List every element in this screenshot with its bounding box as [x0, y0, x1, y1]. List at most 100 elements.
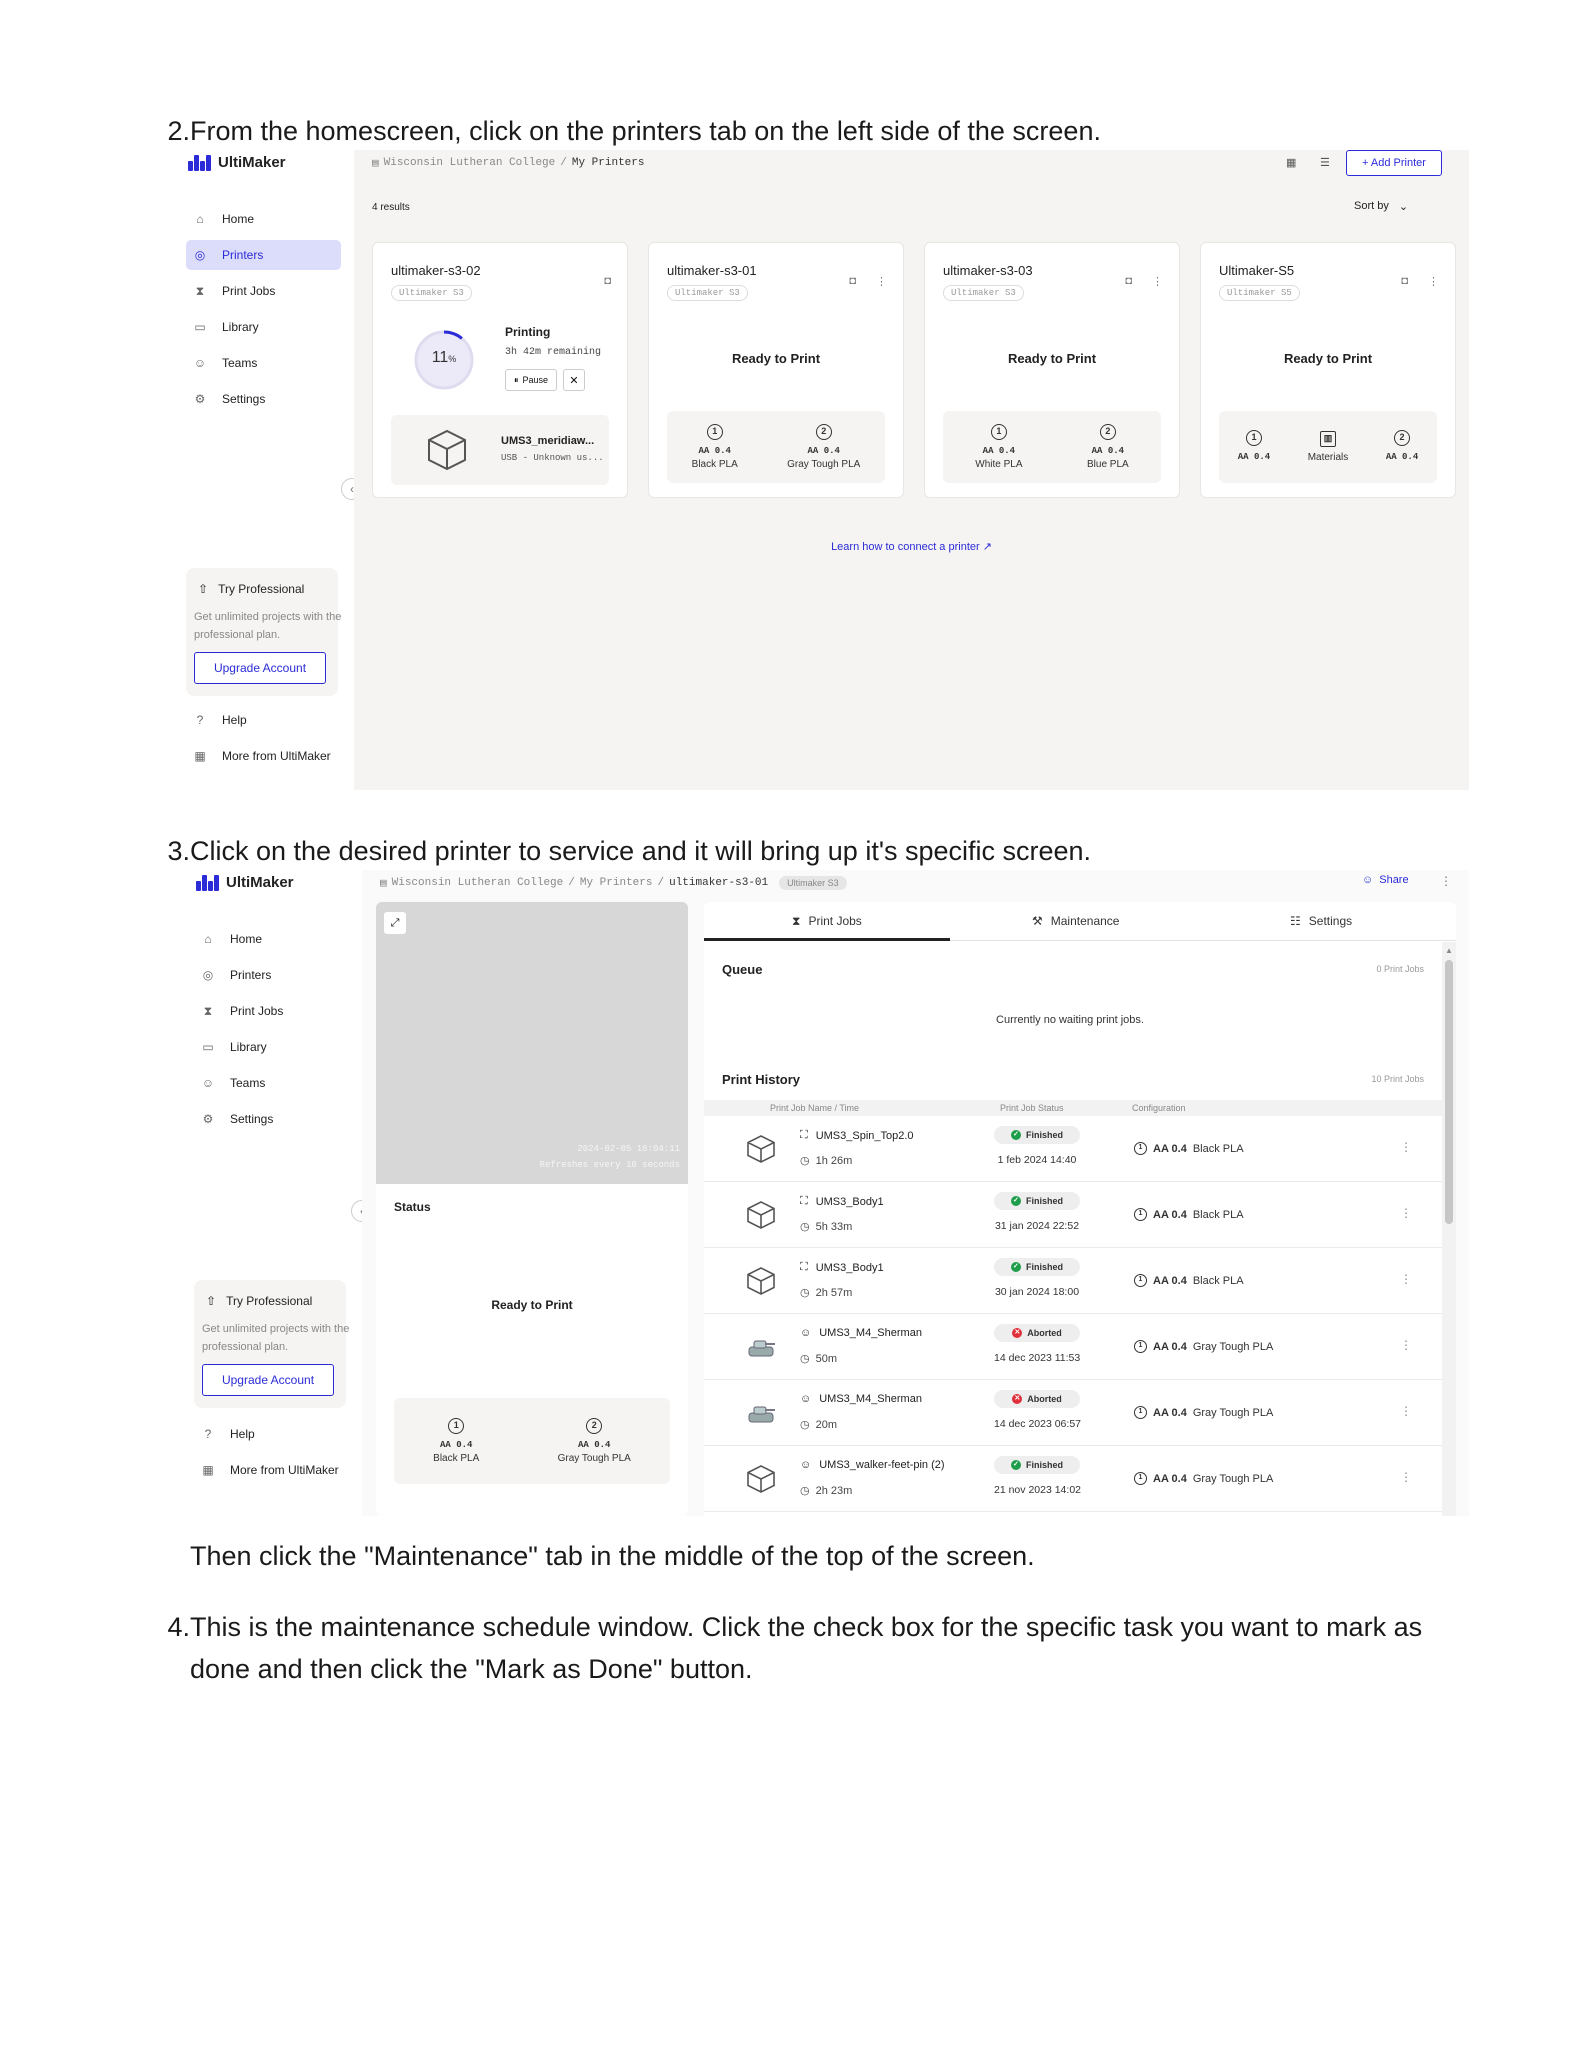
materials: ▥ Materials [1308, 430, 1348, 464]
screenshot-printers: UltiMaker ⌂ Home ◎ Printers ⧗ Print Jobs ▭ L… [186, 150, 1469, 790]
ultimaker-logo-icon [188, 154, 211, 171]
results-count: 4 results [372, 202, 410, 213]
nav-label: Home [222, 212, 255, 226]
material-box: 1 AA 0.4 ▥ Materials 2 AA 0.4 [1219, 411, 1437, 483]
printer-card[interactable]: ultimaker-s3-01 Ultimaker S3 ◘ ⋮ Ready to… [648, 242, 904, 498]
more-vertical-icon[interactable]: ⋮ [1400, 1272, 1412, 1286]
status-text: Finished [1025, 1262, 1063, 1272]
core-label: AA 0.4 [1153, 1208, 1187, 1221]
nav-library[interactable]: ▭ Library [194, 1032, 349, 1062]
table-row[interactable]: ☺ UMS3_walker-feet-pin (2) ◷ 2h 23m ✓ Finishe… [704, 1446, 1442, 1512]
nav-label: Teams [230, 1076, 266, 1090]
more-vertical-icon[interactable]: ⋮ [1400, 1140, 1412, 1154]
more-vertical-icon[interactable]: ⋮ [1400, 1338, 1412, 1352]
table-row[interactable]: ☺ UMS3_M4_Sherman ◷ 20m ✕ Aborted 14 dec 2023 … [704, 1380, 1442, 1446]
scrollbar-thumb[interactable] [1445, 960, 1453, 1224]
upgrade-account-button[interactable]: Upgrade Account [202, 1364, 334, 1396]
queue-count: 0 Print Jobs [1376, 964, 1424, 974]
scrollbar[interactable]: ▲ [1442, 942, 1456, 1516]
cancel-print-button[interactable]: ✕ [563, 369, 585, 391]
sort-dropdown[interactable]: Sort by ⌄ [1354, 200, 1408, 213]
more-link[interactable]: ▦ More from UltiMaker [192, 748, 330, 764]
camera-icon[interactable]: ◘ [1125, 275, 1132, 288]
printer-card[interactable]: ultimaker-s3-02 Ultimaker S3 ◘ 11% Print… [372, 242, 628, 498]
breadcrumb-org[interactable]: Wisconsin Lutheran College [384, 157, 556, 169]
extruder-1-icon: 1 [1245, 430, 1262, 446]
scroll-up-icon[interactable]: ▲ [1445, 946, 1453, 955]
current-job: UMS3_meridiaw... USB - Unknown us... [391, 415, 609, 485]
user-icon: ☺ [800, 1393, 812, 1405]
help-link[interactable]: ? Help [200, 1426, 255, 1442]
job-name-text: UMS3_M4_Sherman [819, 1327, 922, 1339]
breadcrumb-separator: / [560, 157, 567, 169]
step-text: From the homescreen, click on the printe… [190, 116, 1101, 146]
tab-print-jobs[interactable]: ⧗ Print Jobs [792, 902, 862, 940]
printer-card[interactable]: Ultimaker-S5 Ultimaker S5 ◘ ⋮ Ready to Pr… [1200, 242, 1456, 498]
more-vertical-icon[interactable]: ⋮ [1440, 874, 1452, 888]
printer-name: Ultimaker-S5 [1219, 263, 1295, 278]
share-button[interactable]: ☺ Share [1362, 874, 1409, 886]
printer-card[interactable]: ultimaker-s3-03 Ultimaker S3 ◘ ⋮ Ready to… [924, 242, 1180, 498]
tab-maintenance[interactable]: ⚒ Maintenance [1032, 902, 1119, 940]
job-duration: ◷ 5h 33m [800, 1220, 852, 1234]
job-date: 14 dec 2023 06:57 [994, 1418, 1081, 1430]
nav-teams[interactable]: ☺ Teams [194, 1068, 349, 1098]
cube-icon [747, 1465, 775, 1493]
camera-icon[interactable]: ◘ [604, 275, 611, 287]
camera-icon[interactable]: ◘ [1401, 275, 1408, 288]
table-row[interactable]: ☺ UMS3_M4_Sherman ◷ 50m ✕ Aborted 14 dec 2023 … [704, 1314, 1442, 1380]
table-row[interactable]: ⛶ UMS3_Body1 ◷ 2h 57m ✓ Finished 30 jan 2024 1… [704, 1248, 1442, 1314]
printer-status: Ready to Print [1007, 351, 1097, 366]
help-icon: ? [196, 713, 204, 727]
help-link[interactable]: ? Help [192, 712, 247, 728]
pause-button[interactable]: ⏸ Pause [505, 369, 557, 391]
clock-icon: ◷ [800, 1485, 810, 1497]
breadcrumb-current: ultimaker-s3-01 [669, 877, 769, 889]
grid-view-icon[interactable]: ▦ [1286, 156, 1296, 169]
more-vertical-icon[interactable]: ⋮ [876, 275, 887, 288]
home-icon: ⌂ [204, 932, 212, 946]
more-vertical-icon[interactable]: ⋮ [1400, 1470, 1412, 1484]
more-vertical-icon[interactable]: ⋮ [1400, 1206, 1412, 1220]
upgrade-account-button[interactable]: Upgrade Account [194, 652, 326, 684]
table-row[interactable]: ⛶ UMS3_Spin_Top2.0 ◷ 1h 26m ✓ Finished 1 feb 2… [704, 1116, 1442, 1182]
more-vertical-icon[interactable]: ⋮ [1152, 275, 1163, 288]
nav-settings[interactable]: ⚙ Settings [186, 384, 341, 414]
step-3-followup: Then click the "Maintenance" tab in the … [190, 1541, 1035, 1571]
tab-settings[interactable]: ☷ Settings [1290, 902, 1352, 940]
camera-icon[interactable]: ◘ [849, 275, 856, 288]
nav-print-jobs[interactable]: ⧗ Print Jobs [194, 996, 349, 1026]
nav-library[interactable]: ▭ Library [186, 312, 341, 342]
nav-print-jobs[interactable]: ⧗ Print Jobs [186, 276, 341, 306]
nav-printers[interactable]: ◎ Printers [194, 960, 349, 990]
card-actions: ◘ ⋮ [1401, 275, 1439, 288]
upgrade-icon: ⇧ [206, 1294, 217, 1308]
extruder-1-icon: 1 [990, 423, 1007, 440]
nav-settings[interactable]: ⚙ Settings [194, 1104, 349, 1134]
table-row[interactable]: ⛶ UMS3_Body1 ◷ 5h 33m ✓ Finished 31 jan 2024 2… [704, 1182, 1442, 1248]
add-printer-button[interactable]: + Add Printer [1346, 150, 1442, 176]
more-vertical-icon[interactable]: ⋮ [1428, 275, 1439, 288]
progress-number: 11 [431, 349, 449, 366]
more-label: More from UltiMaker [230, 1463, 339, 1477]
nav-teams[interactable]: ☺ Teams [186, 348, 341, 378]
breadcrumb-org[interactable]: Wisconsin Lutheran College [392, 877, 564, 889]
more-link[interactable]: ▦ More from UltiMaker [200, 1462, 339, 1478]
user-icon: ☺ [800, 1327, 812, 1339]
list-view-icon[interactable]: ☰ [1320, 156, 1330, 169]
clock-icon: ◷ [800, 1287, 810, 1299]
nav-printers[interactable]: ◎ Printers [186, 240, 341, 270]
card-actions: ◘ [604, 275, 611, 287]
time-remaining: 3h 42m remaining [505, 347, 602, 358]
expand-icon[interactable]: ⤢ [384, 912, 406, 934]
nav-home[interactable]: ⌂ Home [194, 924, 349, 954]
learn-connect-link[interactable]: Learn how to connect a printer ↗ [354, 540, 1469, 553]
cube-icon [747, 1135, 775, 1163]
extruder-1-icon: 1 [1134, 1340, 1147, 1353]
nav-home[interactable]: ⌂ Home [186, 204, 341, 234]
material-label: Gray Tough PLA [557, 1452, 631, 1464]
more-vertical-icon[interactable]: ⋮ [1400, 1404, 1412, 1418]
job-name: ⛶ UMS3_Spin_Top2.0 [800, 1129, 914, 1142]
check-icon: ✓ [1010, 1262, 1021, 1272]
breadcrumb-page[interactable]: My Printers [580, 877, 653, 889]
